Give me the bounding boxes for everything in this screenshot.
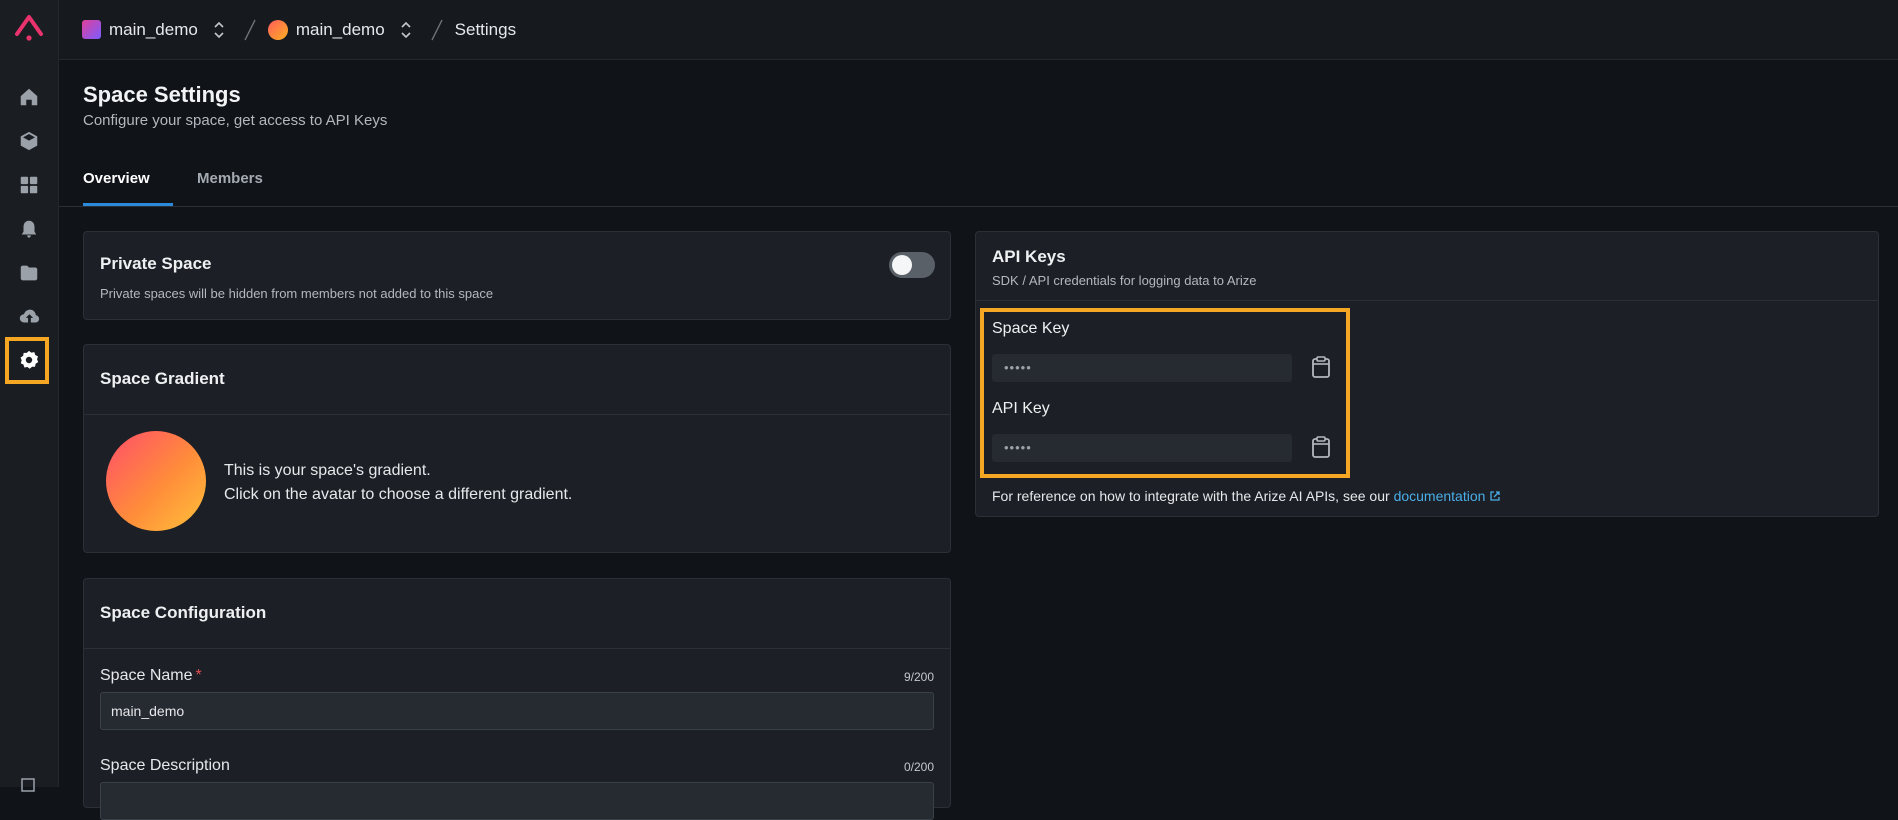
space-configuration-title: Space Configuration (100, 603, 267, 622)
card-divider (84, 648, 950, 649)
space-description-counter: 0/200 (903, 760, 934, 774)
panel-icon[interactable] (21, 778, 35, 792)
breadcrumb: main_demo main_demo Settings (59, 0, 1898, 60)
tab-overview[interactable]: Overview (83, 170, 150, 187)
chevron-updown-icon[interactable] (212, 19, 226, 41)
space-avatar (267, 19, 288, 40)
space-name-label: Space Name * (100, 667, 202, 685)
breadcrumb-org[interactable]: main_demo (82, 19, 226, 41)
keys-highlight-box (980, 308, 1350, 478)
space-gradient-card: Space Gradient This is your space's grad… (83, 344, 951, 553)
gradient-info-line1: This is your space's gradient. (224, 462, 431, 479)
documentation-link[interactable]: documentation (1394, 488, 1502, 504)
space-name-label-text: Space Name (100, 667, 193, 684)
space-name-counter: 9/200 (903, 670, 934, 684)
breadcrumb-space-label: main_demo (295, 19, 385, 39)
upload-cloud-icon[interactable] (15, 303, 43, 331)
external-link-icon (1490, 491, 1501, 501)
breadcrumb-org-label: main_demo (109, 19, 198, 39)
tab-bar: Overview Members (59, 160, 1898, 207)
documentation-link-label: documentation (1393, 488, 1486, 504)
arize-logo-icon[interactable] (11, 10, 47, 44)
space-gradient-avatar[interactable] (106, 431, 206, 531)
reference-text: For reference on how to integrate with t… (992, 488, 1390, 504)
space-description-label: Space Description (100, 757, 230, 774)
private-space-description: Private spaces will be hidden from membe… (100, 286, 494, 301)
toggle-knob (892, 255, 912, 275)
breadcrumb-separator-icon (431, 19, 443, 40)
api-reference-text: For reference on how to integrate with t… (992, 488, 1501, 504)
bell-icon[interactable] (15, 215, 43, 243)
home-icon[interactable] (15, 83, 43, 111)
page-subtitle: Configure your space, get access to API … (83, 112, 388, 129)
space-configuration-card: Space Configuration Space Name * 9/200 ma… (83, 578, 951, 820)
sidebar (0, 0, 59, 792)
private-space-title: Private Space (100, 254, 212, 273)
settings-highlight-box (5, 337, 49, 384)
chevron-updown-icon[interactable] (399, 19, 413, 41)
cube-icon[interactable] (15, 127, 43, 155)
api-keys-title: API Keys (992, 247, 1066, 266)
space-description-input[interactable] (100, 782, 934, 820)
breadcrumb-separator-icon (244, 19, 256, 40)
tab-members[interactable]: Members (197, 170, 263, 187)
breadcrumb-space[interactable]: main_demo (267, 19, 413, 41)
card-divider (976, 300, 1878, 301)
card-divider (84, 414, 950, 415)
api-keys-card: API Keys SDK / API credentials for loggi… (975, 231, 1879, 517)
dashboard-icon[interactable] (15, 171, 43, 199)
active-tab-indicator (83, 203, 173, 206)
private-space-toggle[interactable] (889, 252, 935, 278)
space-gradient-title: Space Gradient (100, 369, 225, 388)
folder-icon[interactable] (15, 259, 43, 287)
org-avatar (82, 20, 101, 39)
gradient-info-line2: Click on the avatar to choose a differen… (224, 486, 573, 503)
space-name-input[interactable]: main_demo (100, 692, 934, 730)
required-marker: * (195, 667, 202, 684)
page-title: Space Settings (83, 82, 241, 107)
breadcrumb-page: Settings (454, 19, 517, 39)
api-keys-subtitle: SDK / API credentials for logging data t… (992, 273, 1257, 288)
private-space-card: Private Space Private spaces will be hid… (83, 231, 951, 320)
